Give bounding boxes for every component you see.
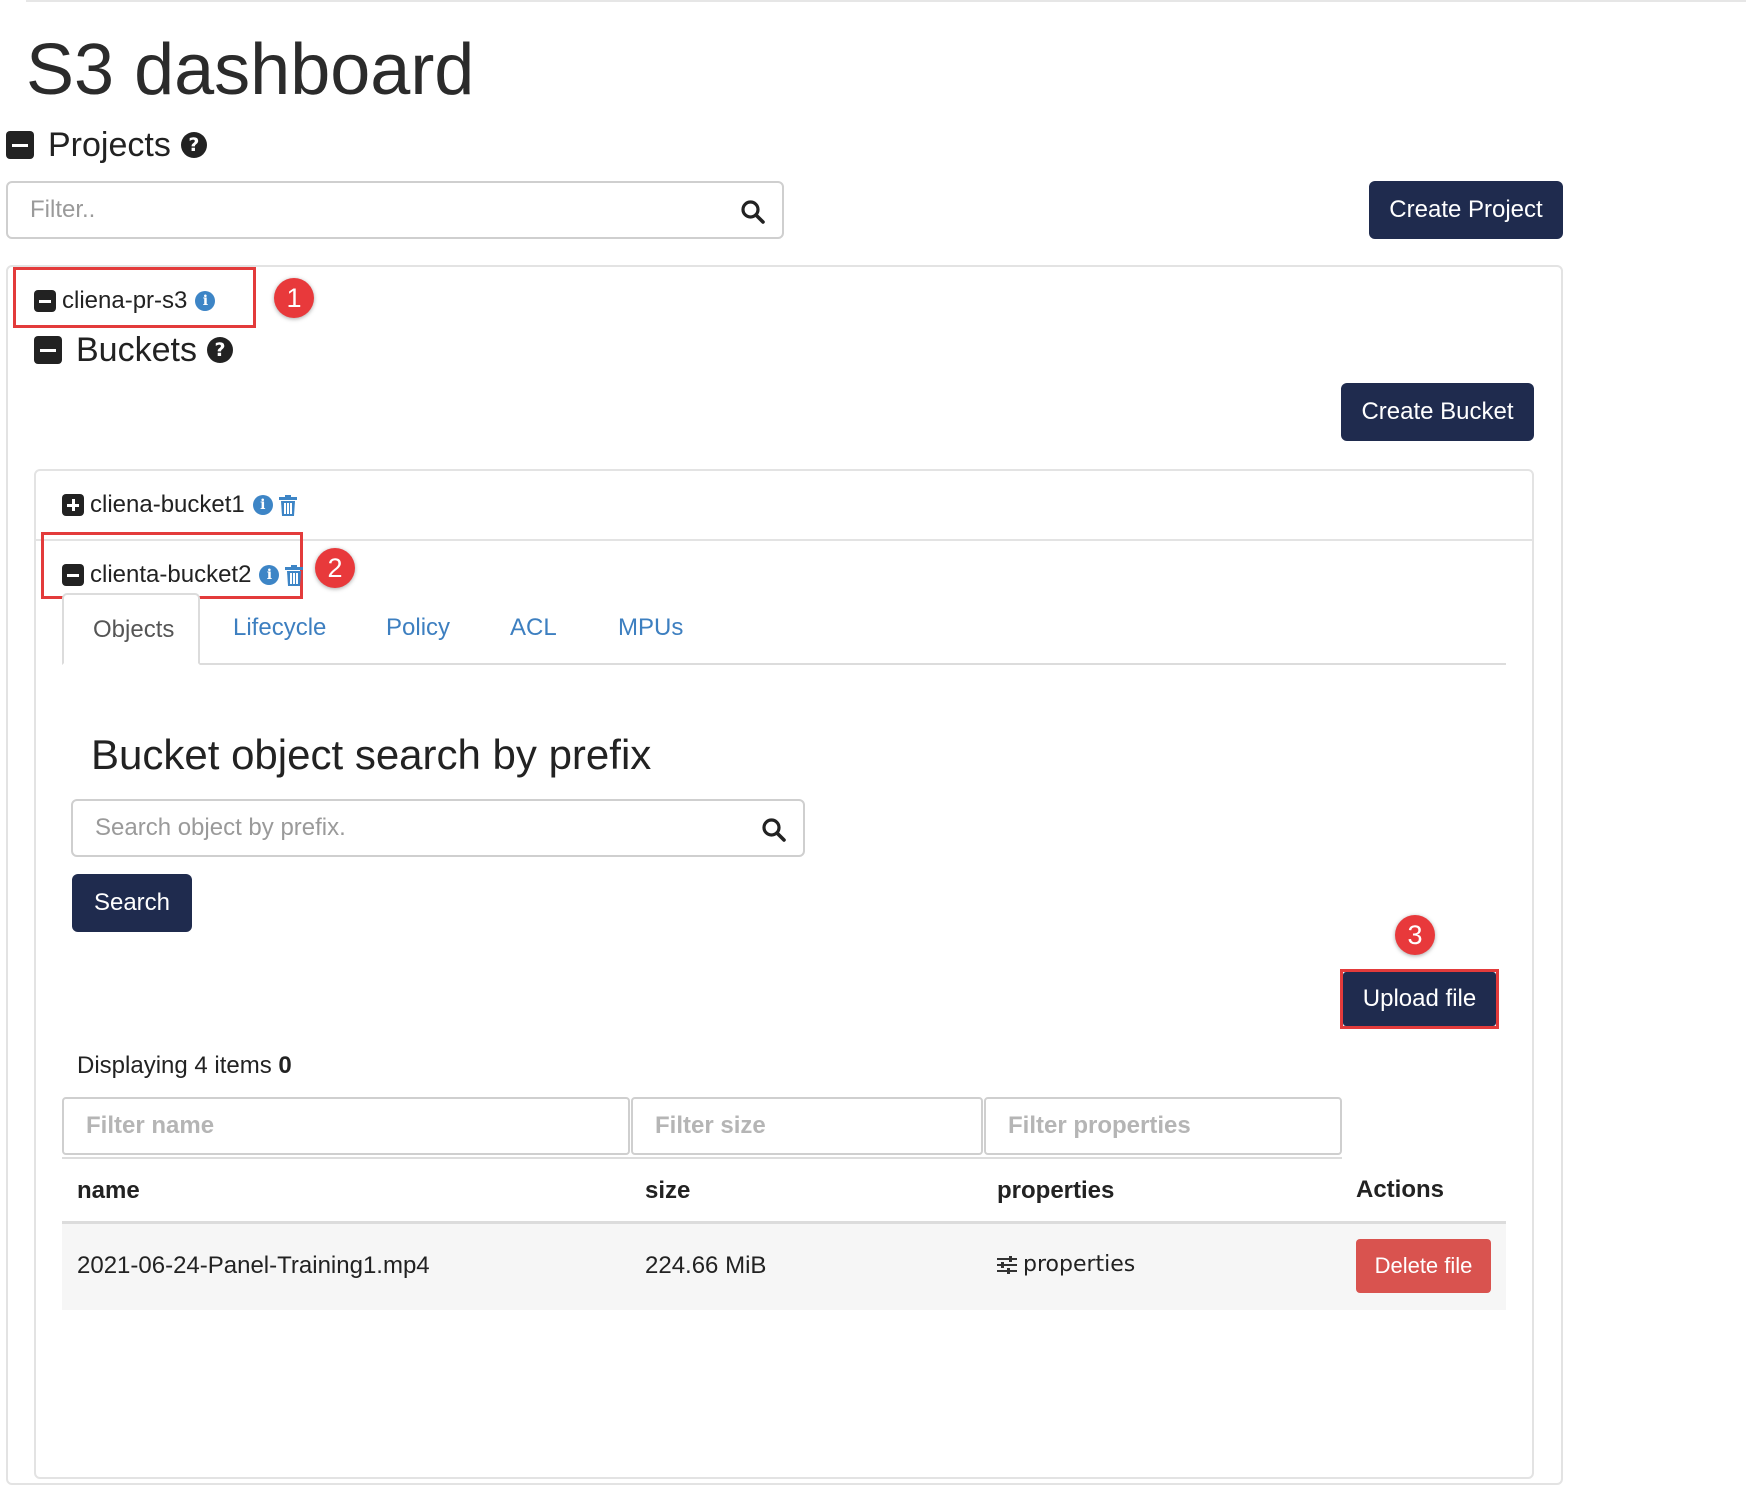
file-name-link[interactable]: 2021-06-24-Panel-Training1.mp4 (77, 1252, 430, 1280)
annotation-badge-3: 3 (1395, 915, 1435, 955)
projects-heading: Projects ? (6, 128, 207, 162)
filter-size-input[interactable]: Filter size (631, 1097, 983, 1155)
bucket-item[interactable]: cliena-bucket1 i (62, 491, 297, 519)
upload-file-button[interactable]: Upload file (1343, 972, 1496, 1026)
properties-label[interactable]: properties (1023, 1252, 1135, 1277)
info-icon[interactable]: i (195, 291, 216, 311)
search-heading: Bucket object search by prefix (91, 731, 652, 778)
annotation-badge-1: 1 (274, 278, 314, 318)
collapse-icon[interactable] (34, 336, 62, 364)
delete-file-button[interactable]: Delete file (1356, 1239, 1491, 1293)
column-header-properties[interactable]: properties (997, 1177, 1114, 1205)
tab-acl[interactable]: ACL (510, 614, 557, 642)
display-count: Displaying 4 items 0 (77, 1052, 292, 1080)
column-header-name[interactable]: name (77, 1177, 140, 1205)
filter-properties-placeholder: Filter properties (1008, 1112, 1191, 1139)
display-count-value: 0 (278, 1052, 292, 1079)
tab-mpus[interactable]: MPUs (618, 614, 683, 642)
bucket-name[interactable]: cliena-bucket1 (90, 491, 245, 519)
search-icon[interactable] (740, 199, 766, 225)
page-title: S3 dashboard (26, 30, 475, 110)
help-icon[interactable]: ? (180, 132, 207, 158)
search-icon[interactable] (761, 817, 787, 843)
projects-heading-label: Projects (48, 126, 171, 164)
buckets-heading: Buckets ? (34, 333, 233, 367)
tabs-underline (62, 663, 1506, 665)
projects-filter-input[interactable]: Filter.. (6, 181, 784, 239)
file-size: 224.66 MiB (645, 1252, 767, 1279)
trash-icon[interactable] (285, 564, 304, 586)
collapse-icon[interactable] (34, 290, 56, 312)
filter-name-placeholder: Filter name (86, 1112, 215, 1139)
column-header-size[interactable]: size (645, 1177, 690, 1205)
create-project-button[interactable]: Create Project (1369, 181, 1563, 239)
bucket-name[interactable]: clienta-bucket2 (90, 561, 251, 589)
collapse-icon[interactable] (6, 131, 34, 159)
display-count-text: Displaying 4 items (77, 1052, 272, 1079)
help-icon[interactable]: ? (206, 337, 233, 363)
search-button[interactable]: Search (72, 874, 192, 932)
top-divider (26, 0, 1746, 2)
create-bucket-button[interactable]: Create Bucket (1341, 383, 1534, 441)
project-item[interactable]: cliena-pr-s3 i (34, 287, 216, 315)
filter-underline (62, 1157, 1342, 1159)
info-icon[interactable]: i (252, 495, 273, 515)
properties-toggle[interactable]: properties (997, 1252, 1135, 1277)
annotation-badge-2: 2 (315, 548, 355, 588)
tab-objects-label[interactable]: Objects (93, 616, 174, 644)
filter-size-placeholder: Filter size (655, 1112, 766, 1139)
prefix-search-input[interactable]: Search object by prefix. (71, 799, 805, 857)
tab-lifecycle[interactable]: Lifecycle (233, 614, 326, 642)
sliders-icon (997, 1255, 1017, 1274)
filter-name-input[interactable]: Filter name (62, 1097, 630, 1155)
buckets-heading-label: Buckets (76, 331, 197, 369)
projects-filter-placeholder: Filter.. (30, 196, 96, 223)
collapse-icon[interactable] (62, 564, 84, 586)
tab-policy[interactable]: Policy (386, 614, 450, 642)
project-name[interactable]: cliena-pr-s3 (62, 287, 187, 315)
column-header-actions: Actions (1356, 1176, 1445, 1203)
trash-icon[interactable] (278, 494, 297, 516)
filter-properties-input[interactable]: Filter properties (984, 1097, 1342, 1155)
expand-icon[interactable] (62, 494, 84, 516)
tab-objects[interactable]: Objects (62, 593, 200, 665)
prefix-search-placeholder: Search object by prefix. (95, 814, 346, 841)
bucket-item[interactable]: clienta-bucket2 i (62, 561, 304, 589)
info-icon[interactable]: i (259, 565, 280, 585)
